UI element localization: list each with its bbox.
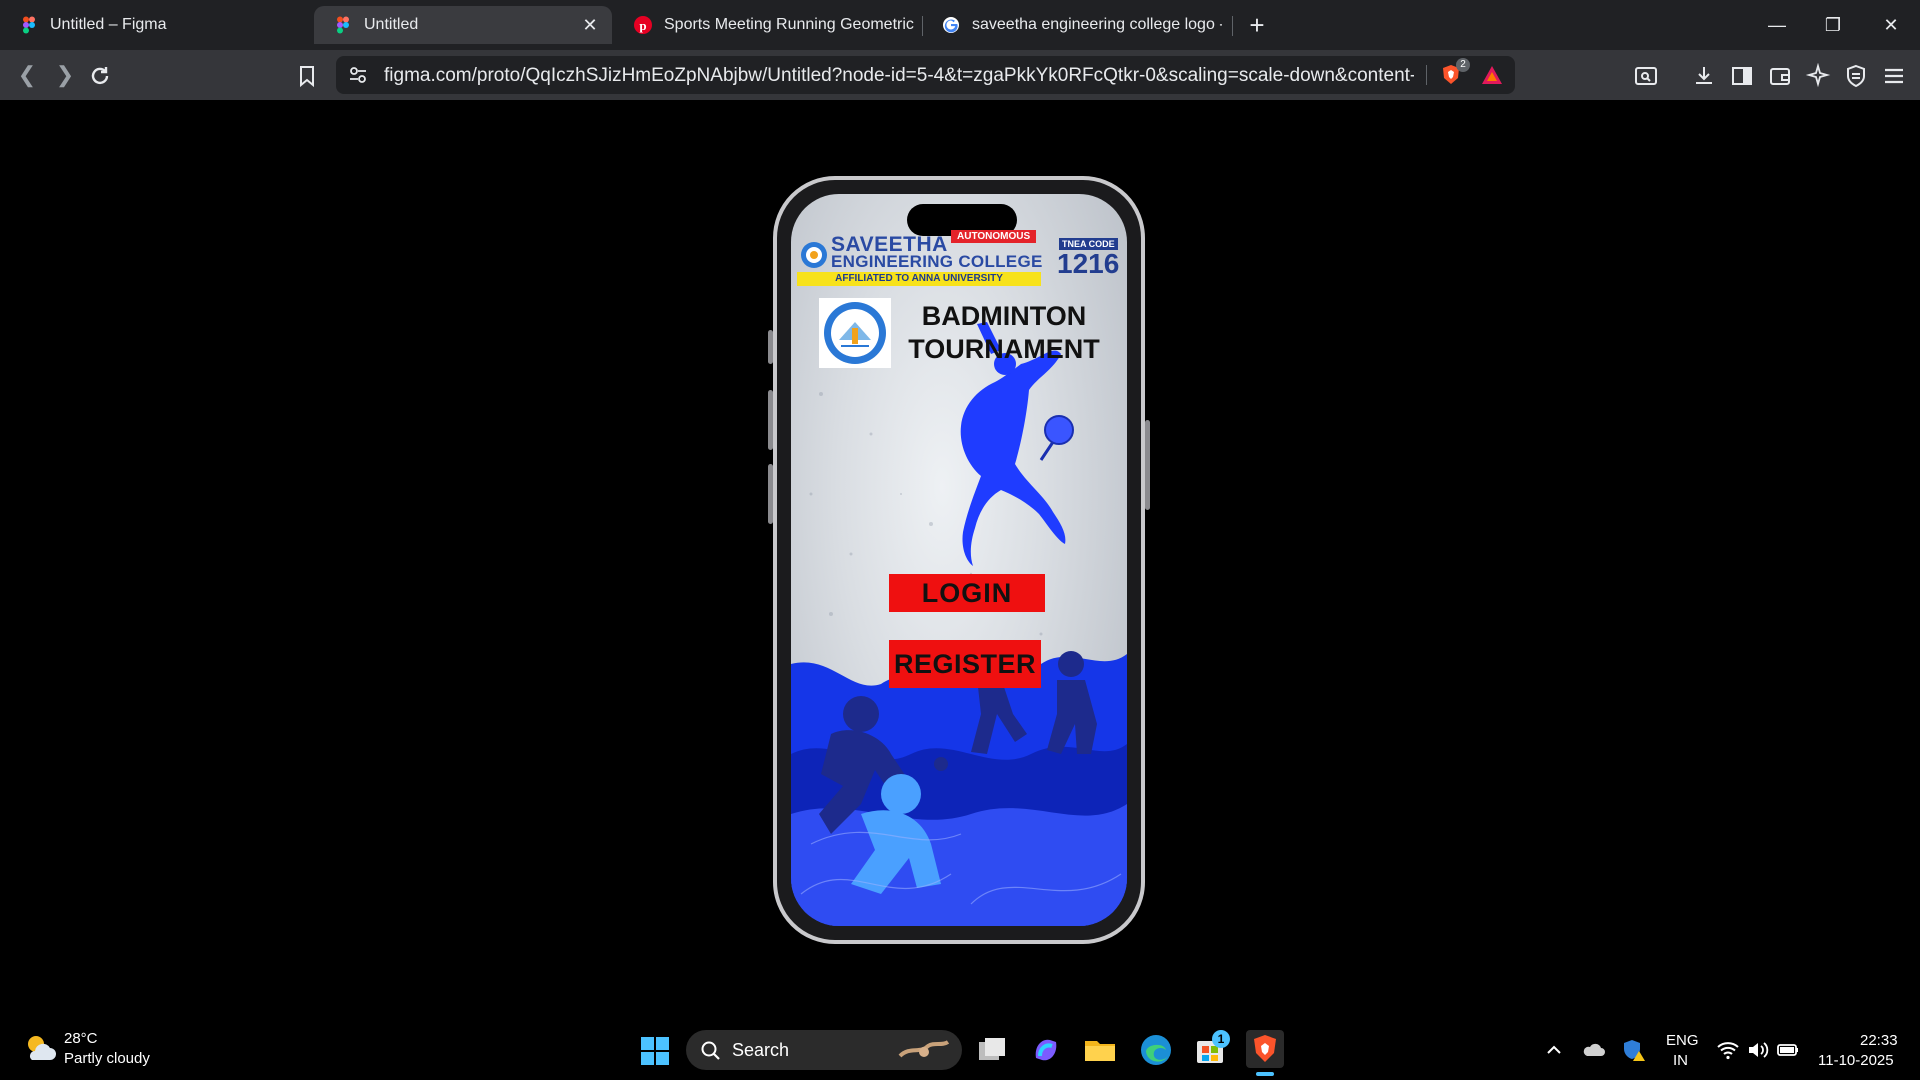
search-icon [701,1041,720,1060]
brave-browser-icon[interactable] [1246,1030,1284,1068]
tab-pinterest[interactable]: p Sports Meeting Running Geometric V [614,6,914,44]
vpn-shield-icon[interactable] [1843,63,1869,89]
figma-icon [337,16,349,34]
task-view-icon[interactable] [974,1032,1010,1068]
tab-title: Sports Meeting Running Geometric V [664,16,914,33]
shield-count-badge: 2 [1456,58,1470,72]
search-page-icon[interactable] [1633,63,1659,89]
figma-prototype-viewport: SAVEETHA AUTONOMOUS ENGINEERING COLLEGE … [0,100,1920,1013]
active-app-indicator [1256,1072,1274,1076]
google-icon [943,17,959,33]
seal-emblem-icon [824,302,886,364]
download-icon[interactable] [1691,63,1717,89]
tab-google-search[interactable]: saveetha engineering college logo - ( [922,6,1232,44]
phone-power-button [1145,420,1150,510]
battery-icon[interactable] [1776,1038,1800,1062]
close-window-icon[interactable]: ✕ [1876,10,1906,40]
tab-title: Untitled – Figma [50,16,167,33]
college-gear-icon [801,242,827,268]
back-icon[interactable]: ❮ [12,60,42,90]
volume-icon[interactable] [1746,1038,1770,1062]
college-name-sub: ENGINEERING COLLEGE [831,252,1043,271]
close-tab-icon[interactable]: ✕ [580,15,600,35]
racket-head [1044,415,1074,445]
pinterest-icon: p [634,16,652,34]
onedrive-icon[interactable] [1582,1038,1606,1062]
clock-time[interactable]: 22:33 [1860,1032,1898,1049]
windows-start-icon[interactable] [640,1036,670,1066]
brave-rewards-icon[interactable] [1480,64,1504,86]
new-tab-button[interactable]: + [1243,11,1271,39]
restore-icon[interactable]: ❐ [1818,10,1848,40]
phone-volume-down [768,464,773,524]
windows-taskbar: 28°C Partly cloudy Search 1 ENG IN 22:33… [0,1020,1920,1080]
language-indicator[interactable]: ENG [1666,1032,1699,1049]
edge-icon[interactable] [1138,1032,1174,1068]
partly-cloudy-icon[interactable] [22,1030,58,1066]
search-label: Search [732,1040,790,1060]
tab-separator [1232,16,1233,36]
wallet-icon[interactable] [1767,63,1793,89]
url-text[interactable]: figma.com/proto/QqIczhSJizHmEoZpNAbjbw/U… [384,65,1414,87]
autonomous-badge: AUTONOMOUS [951,230,1037,243]
weather-temperature[interactable]: 28°C [64,1030,98,1047]
search-highlight-icon [898,1040,950,1058]
phone-volume-up [768,390,773,450]
phone-screen: SAVEETHA AUTONOMOUS ENGINEERING COLLEGE … [791,194,1127,926]
forward-icon[interactable]: ❯ [50,60,80,90]
event-title: BADMINTON TOURNAMENT [899,300,1109,366]
browser-tab-strip: Untitled – Figma Untitled ✕ p Sports Mee… [0,0,1920,50]
svg-text:p: p [639,18,646,33]
minimize-icon[interactable]: — [1762,10,1792,40]
security-warning-icon[interactable] [1622,1038,1646,1062]
leo-ai-icon[interactable] [1805,63,1831,89]
college-seal-logo [819,298,891,368]
store-notification-badge: 1 [1212,1030,1230,1048]
tab-title: saveetha engineering college logo - ( [972,16,1222,33]
login-button[interactable]: LOGIN [889,574,1045,612]
weather-description[interactable]: Partly cloudy [64,1050,150,1067]
phone-frame: SAVEETHA AUTONOMOUS ENGINEERING COLLEGE … [768,176,1150,944]
tab-figma-untitled[interactable]: Untitled – Figma [0,6,312,44]
reload-icon[interactable] [88,64,112,88]
address-bar[interactable]: figma.com/proto/QqIczhSJizHmEoZpNAbjbw/U… [336,56,1515,94]
bookmark-icon[interactable] [294,63,320,89]
tnea-code: 1216 [1057,248,1120,279]
browser-toolbar: ❮ ❯ figma.com/proto/QqIczhSJizHmEoZpNAbj… [0,50,1920,100]
affiliation-banner: AFFILIATED TO ANNA UNIVERSITY [797,272,1041,286]
tab-untitled-active[interactable]: Untitled ✕ [314,6,612,44]
copilot-icon[interactable] [1028,1032,1064,1068]
site-settings-icon[interactable] [348,65,368,85]
event-title-line2: TOURNAMENT [908,334,1100,364]
region-indicator[interactable]: IN [1673,1052,1688,1069]
figma-icon [23,16,35,34]
show-hidden-icons-icon[interactable] [1542,1038,1566,1062]
register-button[interactable]: REGISTER [889,640,1041,688]
omnibox-separator [1426,65,1427,85]
sidebar-icon[interactable] [1729,63,1755,89]
tab-title: Untitled [364,16,419,33]
clock-date[interactable]: 11-10-2025 [1818,1052,1894,1069]
event-title-line1: BADMINTON [921,301,1087,331]
taskbar-search[interactable]: Search [686,1030,962,1070]
wifi-icon[interactable] [1716,1038,1740,1062]
file-explorer-icon[interactable] [1082,1032,1118,1068]
menu-icon[interactable] [1881,63,1907,89]
phone-side-button [768,330,773,364]
